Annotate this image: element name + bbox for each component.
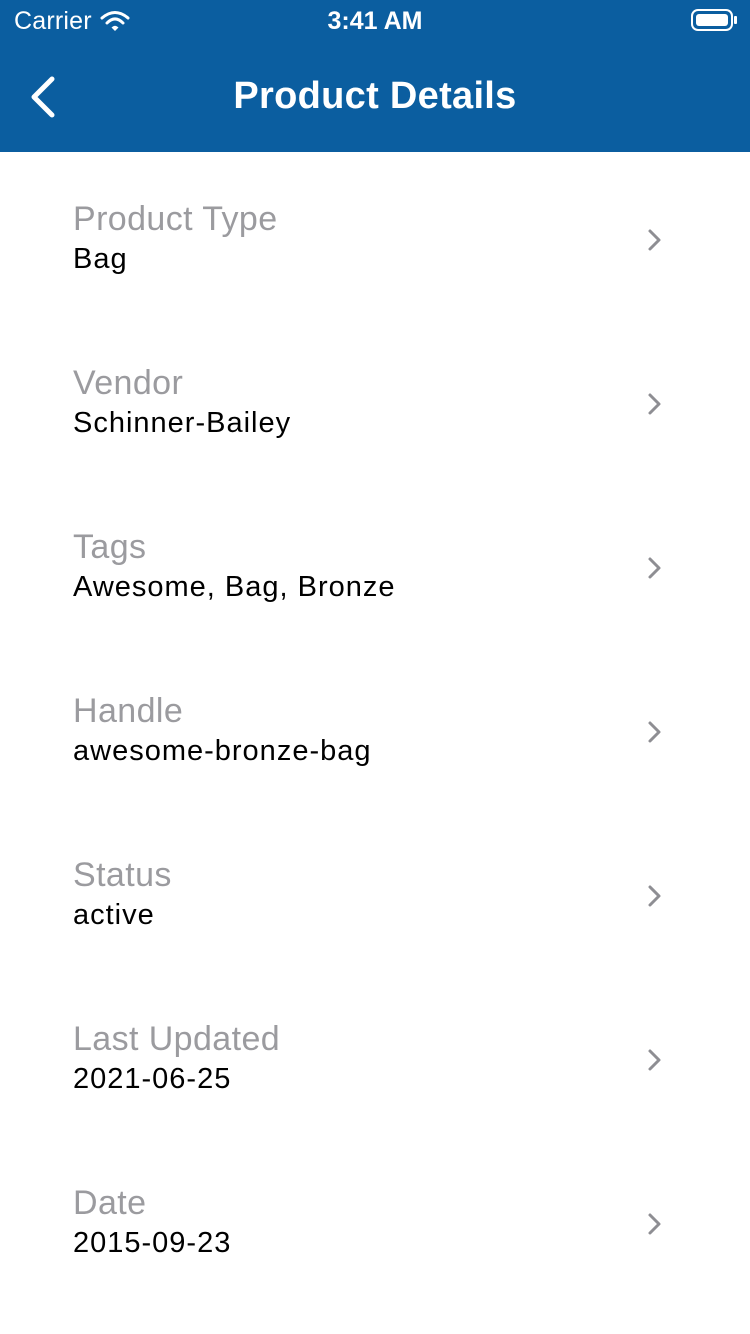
chevron-right-icon [648,229,661,251]
detail-label: Product Type [73,200,278,238]
detail-value: Bag [73,243,128,275]
top-bar: Carrier 3:41 AM Product Details [0,0,750,152]
chevron-right-icon [648,721,661,743]
detail-value: awesome-bronze-bag [73,735,372,767]
detail-row-tags[interactable]: Tags Awesome, Bag, Bronze [0,480,750,644]
detail-row-vendor[interactable]: Vendor Schinner-Bailey [0,316,750,480]
detail-value: 2021-06-25 [73,1063,232,1095]
detail-value: 2015-09-23 [73,1227,232,1259]
product-details-screen: Carrier 3:41 AM Product Details Product … [0,0,750,1334]
chevron-right-icon [648,1049,661,1071]
detail-label: Date [73,1184,147,1222]
chevron-right-icon [648,1213,661,1235]
detail-label: Last Updated [73,1020,281,1058]
detail-label: Tags [73,528,147,566]
detail-label: Handle [73,692,184,730]
chevron-right-icon [648,393,661,415]
detail-value: active [73,899,155,931]
detail-value: Awesome, Bag, Bronze [73,571,396,603]
detail-row-status[interactable]: Status active [0,808,750,972]
detail-label: Status [73,856,172,894]
chevron-right-icon [648,557,661,579]
details-list: Product Type Bag Vendor Schinner-Bailey … [0,152,750,1300]
detail-value: Schinner-Bailey [73,407,292,439]
detail-row-handle[interactable]: Handle awesome-bronze-bag [0,644,750,808]
detail-row-last-updated[interactable]: Last Updated 2021-06-25 [0,972,750,1136]
detail-label: Vendor [73,364,184,402]
detail-row-product-type[interactable]: Product Type Bag [0,152,750,316]
page-title: Product Details [233,75,517,117]
status-time: 3:41 AM [327,7,423,35]
chevron-right-icon [648,885,661,907]
detail-row-date[interactable]: Date 2015-09-23 [0,1136,750,1300]
battery-icon [691,9,737,31]
